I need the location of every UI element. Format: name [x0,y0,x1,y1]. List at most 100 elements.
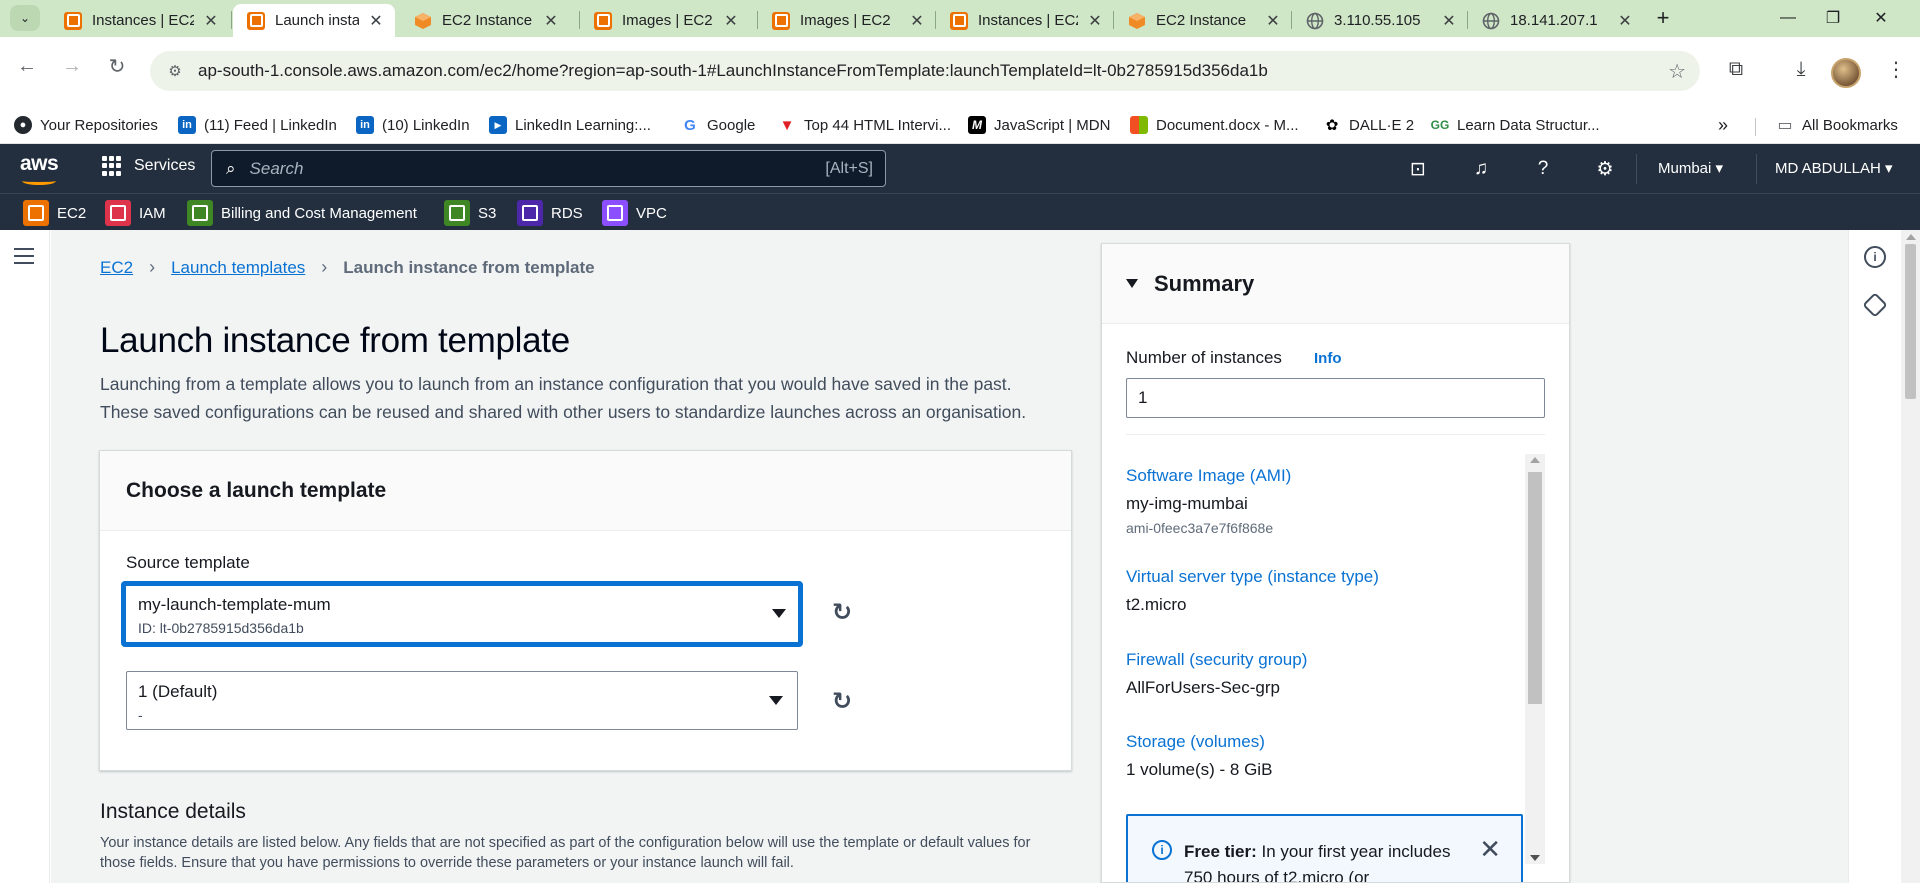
aws-logo[interactable]: aws [20,152,59,185]
github-icon: ● [14,116,32,134]
extensions-icon[interactable]: ⧉ [1720,53,1752,85]
aws-search-input[interactable]: ⌕ Search [Alt+S] [211,150,886,187]
rds-icon [517,200,543,226]
account-menu[interactable]: MD ABDULLAH ▾ [1775,159,1893,177]
bookmark-label: DALL·E 2 [1349,116,1415,134]
services-menu-button[interactable]: Services [102,156,195,176]
storage-link[interactable]: Storage (volumes) [1126,732,1272,752]
summary-scroll-area[interactable]: Software Image (AMI) my-img-mumbai ami-0… [1126,454,1526,882]
address-bar[interactable]: ⚙ ap-south-1.console.aws.amazon.com/ec2/… [150,51,1700,91]
new-tab-button[interactable]: + [1650,6,1676,32]
browser-tab[interactable]: EC2 Instance ✕ [400,4,570,37]
template-version-select[interactable]: 1 (Default) - [126,671,798,730]
summary-scrollbar[interactable] [1525,454,1545,864]
breadcrumb-link-launch-templates[interactable]: Launch templates [171,258,305,278]
close-icon[interactable]: ✕ [1264,11,1282,31]
restore-button[interactable]: ❐ [1818,6,1848,30]
bookmark-item[interactable]: ▼ Top 44 HTML Intervi... [778,113,951,137]
number-of-instances-input[interactable]: 1 [1126,378,1545,418]
minimize-button[interactable]: — [1773,6,1803,30]
close-icon[interactable]: ✕ [1086,11,1104,31]
close-window-button[interactable]: ✕ [1866,6,1896,30]
download-icon[interactable]: ⤓ [1785,53,1817,85]
favorite-billing[interactable]: Billing and Cost Management [187,199,417,227]
help-icon[interactable]: ? [1530,156,1556,182]
close-icon[interactable]: ✕ [1440,11,1458,31]
caret-down-icon [1126,279,1138,288]
free-tier-text: Free tier: In your first year includes 7… [1184,839,1474,882]
bookmark-label: LinkedIn Learning:... [515,116,651,134]
feedback-icon[interactable] [1862,292,1888,318]
scroll-up-icon[interactable] [1906,234,1916,240]
scrollbar-thumb[interactable] [1905,244,1916,399]
favorite-ec2[interactable]: EC2 [23,199,86,227]
site-info-icon[interactable]: ⚙ [164,62,186,80]
refresh-templates-button[interactable]: ↻ [827,597,857,627]
aws-smile-icon [22,177,56,185]
bookmark-item[interactable]: ✿ DALL·E 2 [1323,113,1414,137]
browser-tab[interactable]: Instances | EC2 ✕ [50,4,230,37]
browser-tab[interactable]: 3.110.55.105 ✕ [1292,4,1468,37]
close-icon[interactable]: ✕ [1616,11,1634,31]
source-template-id: ID: lt-0b2785915d356da1b [138,620,304,636]
bookmark-item[interactable]: in (11) Feed | LinkedIn [178,113,337,137]
info-icon[interactable]: i [1864,246,1886,268]
bell-icon[interactable]: ♫ [1468,156,1494,182]
refresh-versions-button[interactable]: ↻ [827,686,857,716]
bookmark-item[interactable]: ▶ LinkedIn Learning:... [489,113,651,137]
bookmark-item[interactable]: G Google [681,113,755,137]
info-link[interactable]: Info [1314,350,1342,367]
google-icon: G [681,116,699,134]
all-bookmarks-button[interactable]: ▭ All Bookmarks [1776,113,1897,137]
bookmark-item[interactable]: ● Your Repositories [14,113,158,137]
more-bookmarks-button[interactable]: » [1718,113,1728,137]
close-icon[interactable]: ✕ [1479,834,1501,865]
bookmark-item[interactable]: GG Learn Data Structur... [1431,113,1600,137]
breadcrumb-link-ec2[interactable]: EC2 [100,258,133,278]
security-group-link[interactable]: Firewall (security group) [1126,650,1307,670]
bookmark-item[interactable]: Document.docx - M... [1130,113,1299,137]
favorite-iam[interactable]: IAM [105,199,166,227]
search-icon: ⌕ [226,158,236,178]
close-icon[interactable]: ✕ [367,11,385,31]
browser-tab[interactable]: EC2 Instance ✕ [1114,4,1292,37]
favorite-rds[interactable]: RDS [517,199,583,227]
browser-tab[interactable]: Images | EC2 ✕ [758,4,936,37]
favorite-vpc[interactable]: VPC [602,199,667,227]
gear-icon[interactable]: ⚙ [1592,156,1618,182]
more-menu-icon[interactable]: ⋮ [1880,53,1912,85]
ami-link[interactable]: Software Image (AMI) [1126,466,1291,486]
bookmark-item[interactable]: M JavaScript | MDN [968,113,1110,137]
url-text[interactable]: ap-south-1.console.aws.amazon.com/ec2/ho… [198,61,1268,81]
scroll-up-icon[interactable] [1530,457,1540,463]
browser-tab[interactable]: Instances | EC2 ✕ [936,4,1114,37]
browser-tab[interactable]: Images | EC2 ✕ [580,4,750,37]
source-template-select[interactable]: my-launch-template-mum ID: lt-0b2785915d… [121,581,803,647]
star-icon[interactable]: ☆ [1668,59,1686,84]
browser-toolbar: ← → ↻ ⚙ ap-south-1.console.aws.amazon.co… [0,37,1920,107]
close-icon[interactable]: ✕ [722,11,740,31]
scroll-down-icon[interactable] [1530,855,1540,861]
close-icon[interactable]: ✕ [908,11,926,31]
browser-tab[interactable]: 18.141.207.1 ✕ [1468,4,1644,37]
back-button[interactable]: ← [10,49,44,83]
profile-avatar[interactable] [1831,58,1861,88]
region-selector[interactable]: Mumbai ▾ [1658,159,1723,177]
summary-toggle[interactable]: Summary [1102,244,1569,324]
bookmark-item[interactable]: in (10) LinkedIn [356,113,470,137]
favorite-s3[interactable]: S3 [444,199,496,227]
reload-button[interactable]: ↻ [100,49,134,83]
browser-tab-active[interactable]: Launch instance ✕ [233,4,395,37]
forward-button[interactable]: → [55,49,89,83]
instance-type-link[interactable]: Virtual server type (instance type) [1126,567,1379,587]
refresh-icon: ↻ [831,598,853,626]
close-icon[interactable]: ✕ [202,11,220,31]
scrollbar-thumb[interactable] [1528,472,1542,704]
chevron-right-icon: › [321,257,328,277]
tab-search-button[interactable]: ⌄ [10,5,40,31]
page-scrollbar[interactable] [1901,230,1920,883]
bookmark-label: (10) LinkedIn [382,116,470,134]
close-icon[interactable]: ✕ [542,11,560,31]
hamburger-icon[interactable] [14,248,34,269]
cloudshell-icon[interactable]: ⊡ [1405,156,1431,182]
